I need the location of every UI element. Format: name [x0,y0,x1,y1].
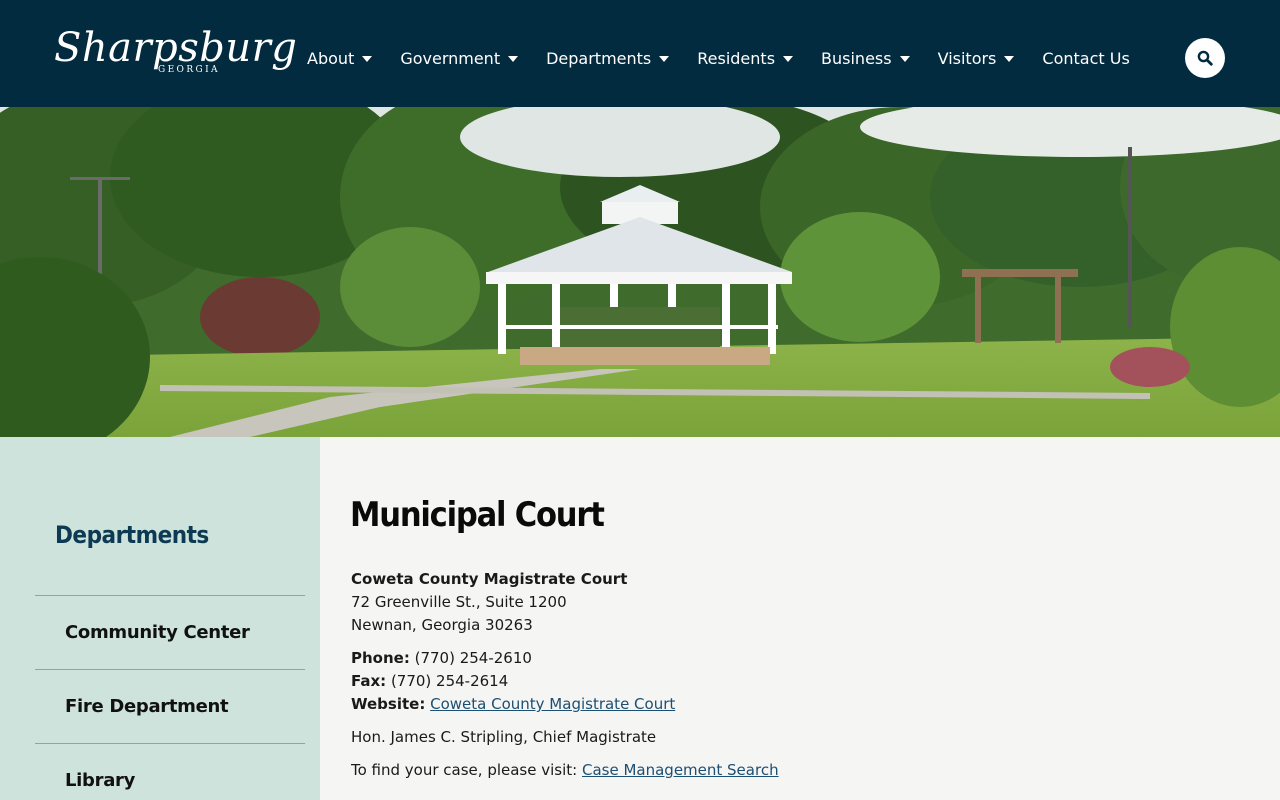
logo-state: GEORGIA [158,65,220,75]
nav-visitors-label: Visitors [937,48,997,68]
nav-departments-label: Departments [546,48,652,68]
case-search-text: To find your case, please visit: [351,761,578,779]
case-search-line: To find your case, please visit: Case Ma… [351,759,779,782]
court-info: Coweta County Magistrate Court 72 Greenv… [351,568,779,792]
nav-visitors[interactable]: Visitors [938,49,1015,68]
nav-contact-us-label: Contact Us [1042,48,1130,68]
caret-down-icon [899,56,910,62]
nav-departments[interactable]: Departments [546,48,670,68]
nav-government-label: Government [400,48,501,68]
court-name: Coweta County Magistrate Court [351,570,628,588]
fax-label: Fax: [351,672,387,690]
logo-wordmark: Sharpsburg [54,25,298,71]
search-button[interactable] [1185,38,1225,78]
address-line2: Newnan, Georgia 30263 [351,616,533,634]
nav-business[interactable]: Business [821,49,910,68]
caret-down-icon [783,56,794,62]
nav-about[interactable]: About [307,48,373,68]
site-header: Sharpsburg GEORGIA About Government Depa… [0,0,1280,107]
main-content: Municipal Court Coweta County Magistrate… [320,437,1280,800]
sidebar-item-fire-department[interactable]: Fire Department [35,669,305,743]
caret-down-icon [508,56,519,62]
nav-contact-us[interactable]: Contact Us [1042,49,1129,68]
fax-number: (770) 254-2614 [390,672,509,690]
nav-government[interactable]: Government [400,48,519,68]
sidebar-title[interactable]: Departments [55,521,209,549]
hero-park-illustration [0,107,1280,437]
chief-magistrate: Hon. James C. Stripling, Chief Magistrat… [351,728,657,746]
phone-number: (770) 254-2610 [414,649,532,667]
sidebar-nav-list: Community Center Fire Department Library [35,595,305,800]
address-line1: 72 Greenville St., Suite 1200 [351,593,567,611]
caret-down-icon [659,56,670,62]
website-label: Website: [351,695,426,713]
page-title: Municipal Court [350,495,605,535]
sidebar-item-library[interactable]: Library [35,743,305,800]
nav-business-label: Business [821,48,892,68]
sidebar-item-community-center[interactable]: Community Center [35,595,305,669]
site-logo[interactable]: Sharpsburg GEORGIA [54,26,297,80]
phone-label: Phone: [351,649,410,667]
nav-about-label: About [307,48,355,68]
nav-residents-label: Residents [697,48,776,68]
caret-down-icon [362,56,373,62]
search-icon [1197,50,1213,66]
website-link[interactable]: Coweta County Magistrate Court [430,695,675,713]
nav-residents[interactable]: Residents [697,48,794,68]
sidebar: Departments Community Center Fire Depart… [0,437,320,800]
case-search-link[interactable]: Case Management Search [582,761,779,779]
hero-image [0,107,1280,437]
main-nav: About Government Departments Residents B… [307,47,1130,69]
court-address: Coweta County Magistrate Court 72 Greenv… [351,568,779,637]
caret-down-icon [1004,56,1015,62]
court-contacts: Phone: (770) 254-2610 Fax: (770) 254-261… [351,647,779,716]
